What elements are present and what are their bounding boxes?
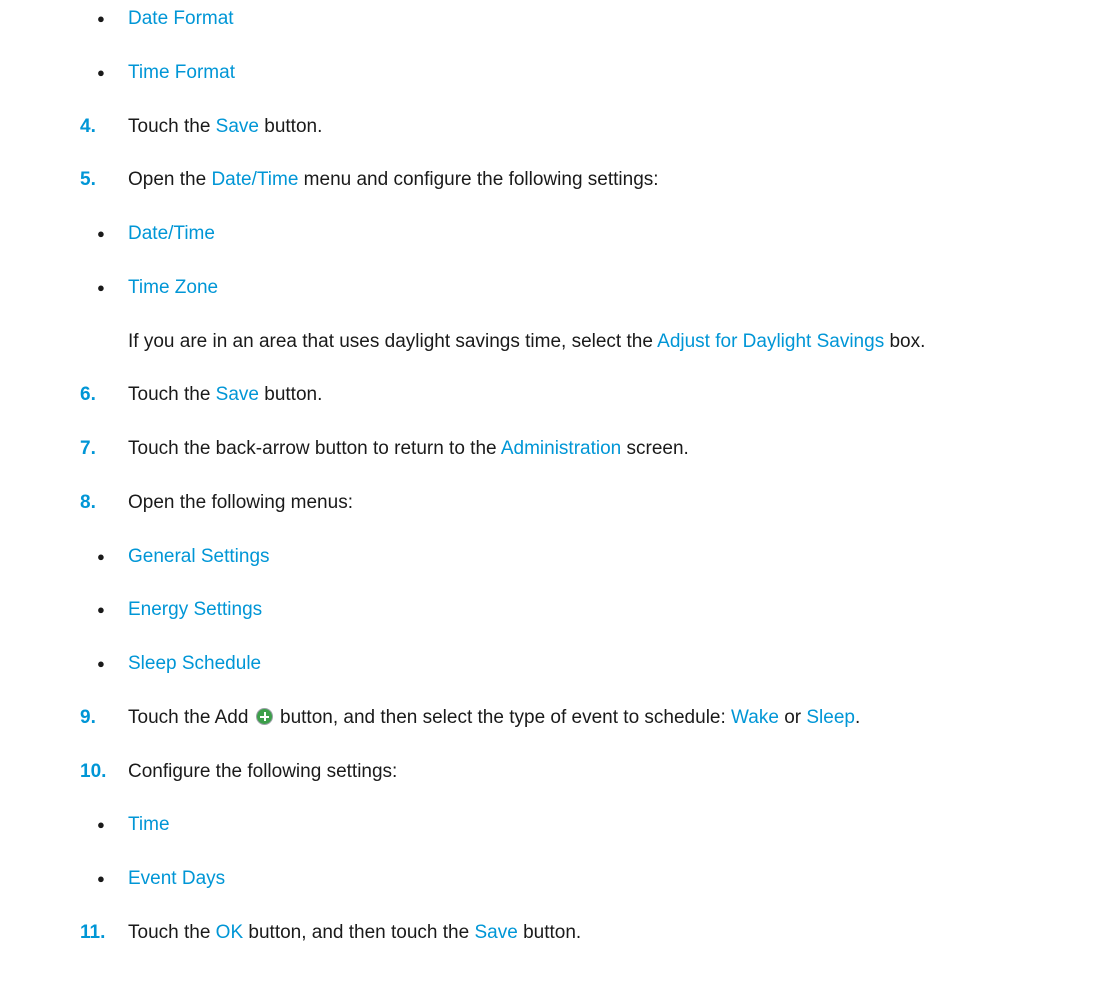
bullet-dot: ● [97, 226, 105, 241]
bullet-label-date-format: Date Format [128, 8, 234, 29]
step-text: Touch the Save button. [128, 116, 323, 137]
bullet-dot: ● [97, 602, 105, 617]
step-text: Touch the OK button, and then touch the … [128, 922, 582, 943]
bullet-label-time-zone: Time Zone [128, 277, 219, 298]
step-number: 6. [80, 384, 96, 405]
ui-term-ok: OK [215, 922, 244, 943]
step-text: Touch the Save button. [128, 384, 323, 405]
bullet-dot: ● [97, 280, 105, 295]
bullet-label-general-settings: General Settings [128, 546, 270, 567]
bullet-label-event-days: Event Days [128, 868, 226, 889]
step-number: 11. [80, 922, 106, 943]
ui-term-wake: Wake [731, 707, 779, 728]
step-text: Touch the back-arrow button to return to… [128, 438, 689, 459]
add-icon [255, 708, 273, 725]
bullet-dot: ● [97, 11, 105, 26]
ui-term-adjust-daylight: Adjust for Daylight Savings [657, 331, 885, 352]
bullet-dot: ● [97, 817, 105, 832]
bullet-dot: ● [97, 549, 105, 564]
bullet-label-time-format: Time Format [128, 62, 235, 83]
step-number: 5. [80, 169, 96, 190]
bullet-dot: ● [97, 656, 105, 671]
step-text: Configure the following settings: [128, 761, 398, 782]
note-text: If you are in an area that uses daylight… [128, 331, 926, 352]
ui-term-save: Save [215, 116, 259, 137]
ui-term-administration: Administration [500, 438, 622, 459]
ui-term-save: Save [215, 384, 259, 405]
ui-term-date-time-menu: Date/Time [211, 169, 299, 190]
step-text: Touch the Add button, and then select th… [128, 707, 861, 728]
ui-term-sleep: Sleep [806, 707, 855, 728]
step-text: Open the following menus: [128, 492, 353, 513]
bullet-label-time: Time [128, 814, 170, 835]
bullet-dot: ● [97, 65, 105, 80]
bullet-label-energy-settings: Energy Settings [128, 599, 263, 620]
bullet-dot: ● [97, 871, 105, 886]
bullet-label-sleep-schedule: Sleep Schedule [128, 653, 262, 674]
step-number: 9. [80, 707, 96, 728]
bullet-label-date-time: Date/Time [128, 223, 215, 244]
step-number: 4. [80, 116, 96, 137]
step-number: 7. [80, 438, 96, 459]
step-text: Open the Date/Time menu and configure th… [128, 169, 659, 190]
ui-term-save: Save [474, 922, 518, 943]
step-number: 8. [80, 492, 96, 513]
step-number: 10. [80, 761, 107, 782]
